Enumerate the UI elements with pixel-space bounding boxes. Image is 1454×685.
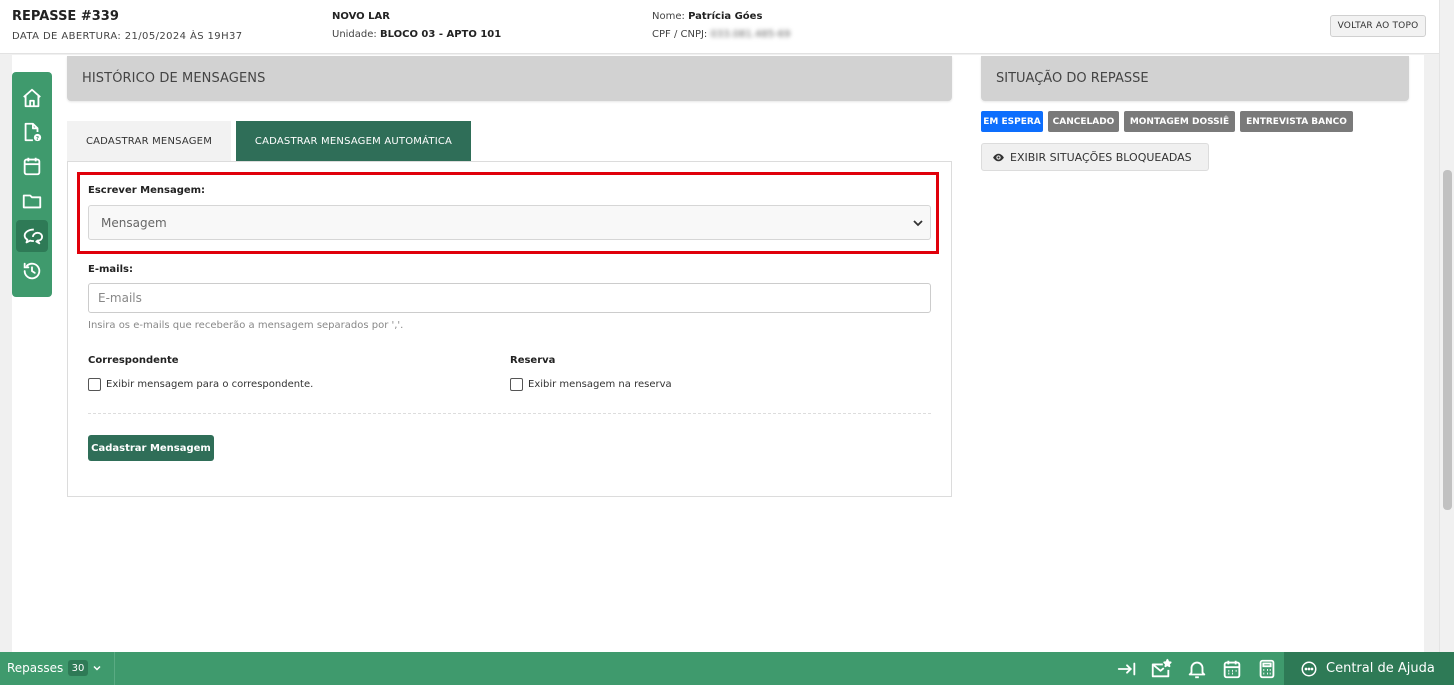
project-name: NOVO LAR — [332, 11, 390, 22]
sidebar-item-messages[interactable] — [16, 220, 48, 252]
repasses-count-badge: 30 — [68, 660, 88, 676]
tab-register-automatic-message[interactable]: CADASTRAR MENSAGEM AUTOMÁTICA — [236, 121, 471, 161]
calendar-icon — [23, 157, 41, 176]
chat-icon — [23, 228, 43, 245]
status-badge-waiting[interactable]: EM ESPERA — [981, 111, 1043, 132]
help-chat-icon — [1301, 661, 1317, 676]
cpf-label: CPF / CNPJ: — [652, 29, 708, 40]
svg-text:?: ? — [36, 136, 39, 142]
show-blocked-statuses-button[interactable]: EXIBIR SITUAÇÕES BLOQUEADAS — [981, 143, 1209, 171]
folder-icon — [22, 194, 42, 209]
collapse-right-icon[interactable] — [1116, 658, 1138, 680]
calculator-icon[interactable] — [1256, 658, 1278, 680]
status-section-header: SITUAÇÃO DO REPASSE — [981, 56, 1409, 101]
sidebar: ? — [12, 72, 52, 297]
cpf-value: 033.081.485-69 — [710, 29, 791, 40]
emails-field-wrapper — [88, 283, 931, 313]
name-label: Nome: — [652, 11, 685, 22]
reserve-label: Reserva — [510, 355, 556, 366]
chevron-down-icon — [913, 220, 923, 227]
form-divider — [88, 413, 931, 414]
reserve-checkbox-label: Exibir mensagem na reserva — [528, 379, 672, 390]
page-header: REPASSE #339 DATA DE ABERTURA: 21/05/202… — [0, 0, 1440, 54]
unit-value: BLOCO 03 - APTO 101 — [379, 29, 502, 40]
message-select-value: Mensagem — [101, 216, 167, 230]
reserve-checkbox[interactable] — [510, 378, 523, 391]
bottom-bar-divider — [114, 652, 115, 685]
emails-help-text: Insira os e-mails que receberão a mensag… — [88, 320, 404, 331]
mail-star-icon[interactable] — [1150, 658, 1172, 680]
opening-date: DATA DE ABERTURA: 21/05/2024 ÀS 19H37 — [12, 31, 243, 42]
eye-icon — [993, 153, 1004, 161]
message-select[interactable]: Mensagem — [88, 205, 931, 240]
bottom-bar: Repasses 30 Central de Ajuda — [0, 652, 1454, 685]
status-section-title: SITUAÇÃO DO REPASSE — [996, 71, 1149, 86]
correspondent-option[interactable]: Exibir mensagem para o correspondente. — [88, 378, 313, 391]
name-value: Patrícia Góes — [688, 11, 763, 22]
repasse-title: REPASSE #339 — [12, 9, 119, 24]
submit-message-button[interactable]: Cadastrar Mensagem — [88, 435, 214, 461]
status-badge-bank-interview[interactable]: ENTREVISTA BANCO — [1240, 111, 1353, 132]
chevron-down-icon[interactable] — [92, 663, 102, 673]
sidebar-item-documents[interactable]: ? — [16, 116, 48, 148]
back-to-top-button[interactable]: VOLTAR AO TOPO — [1330, 15, 1426, 37]
correspondent-checkbox-label: Exibir mensagem para o correspondente. — [106, 379, 314, 390]
help-center-button[interactable]: Central de Ajuda — [1284, 652, 1454, 685]
history-icon — [23, 262, 41, 280]
messages-section-header: HISTÓRICO DE MENSAGENS — [67, 56, 952, 101]
scrollbar-thumb[interactable] — [1443, 170, 1452, 510]
correspondent-label: Correspondente — [88, 355, 179, 366]
document-question-icon: ? — [24, 122, 42, 142]
status-badge-dossier[interactable]: MONTAGEM DOSSIÊ — [1124, 111, 1235, 132]
sidebar-item-home[interactable] — [16, 82, 48, 114]
help-center-label: Central de Ajuda — [1326, 661, 1435, 676]
messages-section-title: HISTÓRICO DE MENSAGENS — [82, 71, 266, 86]
write-message-label: Escrever Mensagem: — [88, 185, 206, 196]
emails-label: E-mails: — [88, 264, 133, 275]
home-icon — [23, 88, 41, 108]
reserve-option[interactable]: Exibir mensagem na reserva — [510, 378, 672, 391]
calendar-icon[interactable] — [1221, 658, 1243, 680]
unit-label: Unidade: — [332, 29, 377, 40]
client-name: Nome: Patrícia Góes — [652, 11, 762, 22]
correspondent-checkbox[interactable] — [88, 378, 101, 391]
unit-info: Unidade: BLOCO 03 - APTO 101 — [332, 29, 501, 40]
show-blocked-label: EXIBIR SITUAÇÕES BLOQUEADAS — [1010, 150, 1192, 164]
bell-icon[interactable] — [1186, 658, 1208, 680]
emails-input[interactable] — [90, 285, 929, 311]
tab-register-message[interactable]: CADASTRAR MENSAGEM — [67, 121, 231, 161]
repasses-label[interactable]: Repasses — [7, 661, 63, 675]
sidebar-item-history[interactable] — [16, 255, 48, 287]
page-scrollbar[interactable] — [1439, 0, 1454, 652]
sidebar-item-folder[interactable] — [16, 185, 48, 217]
sidebar-item-calendar[interactable] — [16, 150, 48, 182]
status-badge-cancelled[interactable]: CANCELADO — [1048, 111, 1119, 132]
client-document: CPF / CNPJ: 033.081.485-69 — [652, 29, 790, 40]
